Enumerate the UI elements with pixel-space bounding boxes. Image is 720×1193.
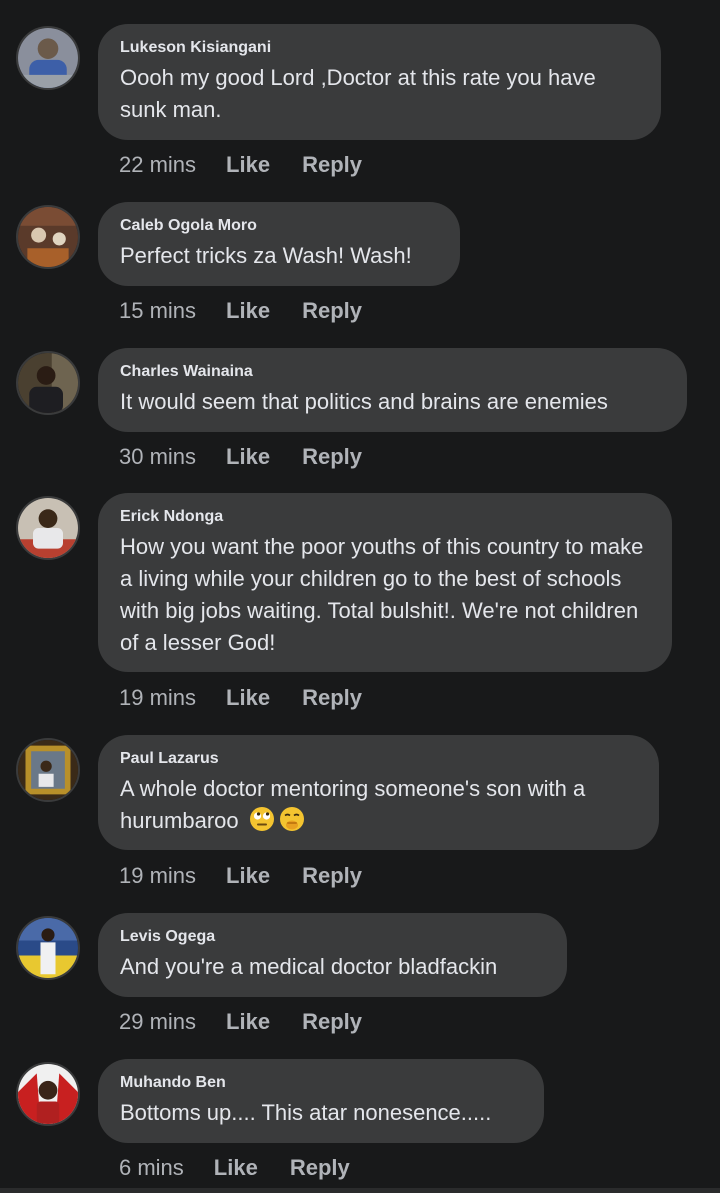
comments-feed: Lukeson Kisiangani Oooh my good Lord ,Do…: [0, 0, 720, 1193]
face-with-rolling-eyes-emoji: [249, 807, 274, 831]
avatar[interactable]: [16, 205, 80, 269]
reply-button[interactable]: Reply: [290, 1154, 350, 1182]
comment-timestamp[interactable]: 30 mins: [119, 443, 196, 471]
comment-bubble: Muhando Ben Bottoms up.... This atar non…: [98, 1059, 544, 1143]
comment-bubble: Erick Ndonga How you want the poor youth…: [98, 493, 672, 672]
reply-button[interactable]: Reply: [302, 443, 362, 471]
avatar[interactable]: [16, 26, 80, 90]
comment-text: How you want the poor youths of this cou…: [120, 534, 644, 655]
comment-text: It would seem that politics and brains a…: [120, 389, 608, 414]
face-with-hand-over-mouth-emoji: [279, 807, 304, 831]
comment-text: Perfect tricks za Wash! Wash!: [120, 243, 412, 268]
comment-actions: 19 mins Like Reply: [119, 684, 362, 712]
like-button[interactable]: Like: [226, 1008, 270, 1036]
comment-bubble: Levis Ogega And you're a medical doctor …: [98, 913, 567, 997]
comment-timestamp[interactable]: 6 mins: [119, 1154, 184, 1182]
comment-actions: 15 mins Like Reply: [119, 297, 362, 325]
reply-button[interactable]: Reply: [302, 862, 362, 890]
comment-author-name[interactable]: Lukeson Kisiangani: [120, 38, 639, 58]
comment-timestamp[interactable]: 15 mins: [119, 297, 196, 325]
avatar[interactable]: [16, 738, 80, 802]
comment-text: And you're a medical doctor bladfackin: [120, 954, 498, 979]
avatar[interactable]: [16, 1062, 80, 1126]
comment-author-name[interactable]: Muhando Ben: [120, 1073, 522, 1093]
comment-bubble: Paul Lazarus A whole doctor mentoring so…: [98, 735, 659, 850]
comment-text: A whole doctor mentoring someone's son w…: [120, 773, 637, 837]
comment-timestamp[interactable]: 19 mins: [119, 684, 196, 712]
avatar[interactable]: [16, 496, 80, 560]
like-button[interactable]: Like: [226, 862, 270, 890]
avatar[interactable]: [16, 916, 80, 980]
comment-actions: 19 mins Like Reply: [119, 862, 362, 890]
comment-author-name[interactable]: Charles Wainaina: [120, 362, 665, 382]
comment-bubble: Lukeson Kisiangani Oooh my good Lord ,Do…: [98, 24, 661, 140]
reply-button[interactable]: Reply: [302, 684, 362, 712]
reply-button[interactable]: Reply: [302, 151, 362, 179]
comment-text-content: A whole doctor mentoring someone's son w…: [120, 776, 586, 833]
like-button[interactable]: Like: [226, 297, 270, 325]
comment-actions: 6 mins Like Reply: [119, 1154, 350, 1182]
comment-actions: 22 mins Like Reply: [119, 151, 362, 179]
comment-author-name[interactable]: Paul Lazarus: [120, 749, 637, 769]
comment-bubble: Charles Wainaina It would seem that poli…: [98, 348, 687, 432]
comment-text: Oooh my good Lord ,Doctor at this rate y…: [120, 65, 596, 122]
comment-author-name[interactable]: Levis Ogega: [120, 927, 545, 947]
like-button[interactable]: Like: [214, 1154, 258, 1182]
comment-actions: 30 mins Like Reply: [119, 443, 362, 471]
comment-author-name[interactable]: Erick Ndonga: [120, 507, 650, 527]
reply-button[interactable]: Reply: [302, 1008, 362, 1036]
comment-timestamp[interactable]: 29 mins: [119, 1008, 196, 1036]
comment-timestamp[interactable]: 22 mins: [119, 151, 196, 179]
comment-bubble: Caleb Ogola Moro Perfect tricks za Wash!…: [98, 202, 460, 286]
like-button[interactable]: Like: [226, 151, 270, 179]
comment-author-name[interactable]: Caleb Ogola Moro: [120, 216, 438, 236]
comment-text: Bottoms up.... This atar nonesence.....: [120, 1100, 492, 1125]
comment-actions: 29 mins Like Reply: [119, 1008, 362, 1036]
navigation-bar-edge: [0, 1188, 720, 1193]
reply-button[interactable]: Reply: [302, 297, 362, 325]
like-button[interactable]: Like: [226, 443, 270, 471]
avatar[interactable]: [16, 351, 80, 415]
comment-timestamp[interactable]: 19 mins: [119, 862, 196, 890]
like-button[interactable]: Like: [226, 684, 270, 712]
